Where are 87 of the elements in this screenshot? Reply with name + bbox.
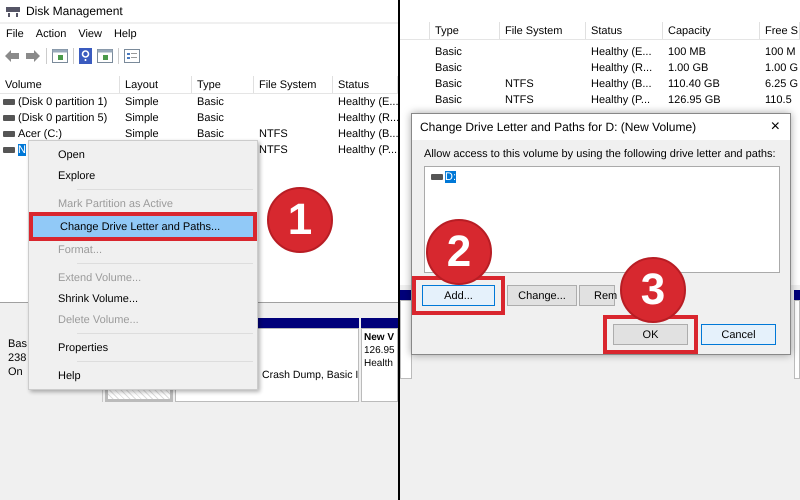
table-cell: 110.5 (765, 94, 792, 106)
table-cell: Healthy (R... (338, 112, 398, 124)
table-cell: Basic (435, 62, 462, 74)
table-cell: Simple (125, 112, 159, 124)
instruction-text: Allow access to this volume by using the following drive letter and paths: (424, 148, 777, 160)
column-header[interactable]: Volume (5, 78, 42, 90)
table-cell: Basic (197, 96, 224, 108)
table-cell[interactable]: (Disk 0 partition 1) (18, 96, 108, 108)
table-cell: 110.40 GB (668, 78, 720, 90)
menu-item[interactable]: Action (36, 28, 66, 40)
partition-info: 126.95 (364, 345, 395, 356)
column-header[interactable]: File System (505, 24, 562, 36)
table-cell: Healthy (P... (338, 144, 398, 156)
context-menu-item[interactable]: Change Drive Letter and Paths... (33, 216, 253, 237)
table-cell: Basic (435, 46, 462, 58)
table-cell: Healthy (P... (591, 94, 650, 106)
drive-icon (3, 99, 15, 105)
table-cell: Simple (125, 128, 159, 140)
list-view-icon[interactable] (124, 49, 140, 63)
table-cell: Healthy (B... (591, 78, 652, 90)
table-cell: Basic (435, 78, 462, 90)
context-menu-item[interactable]: Explore (29, 165, 257, 186)
column-header[interactable]: Free S (765, 24, 798, 36)
column-header[interactable]: Status (338, 78, 370, 90)
menu-item[interactable]: View (78, 28, 102, 40)
dialog-button[interactable]: Change... (507, 285, 577, 306)
context-menu-item[interactable]: Shrink Volume... (29, 288, 257, 309)
column-header[interactable]: File System (259, 78, 316, 90)
table-cell: Basic (197, 128, 224, 140)
partition-block[interactable] (400, 300, 412, 379)
table-cell: Healthy (E... (338, 96, 398, 108)
disk-info: 238 (8, 352, 26, 364)
table-cell: 126.95 GB (668, 94, 721, 106)
drive-icon (3, 131, 15, 137)
table-cell: 1.00 G (765, 62, 798, 74)
table-cell: Healthy (E... (591, 46, 652, 58)
disk-management-icon (6, 5, 20, 17)
console-tree-icon[interactable] (52, 49, 68, 63)
dialog-title: Change Drive Letter and Paths for D: (New Volume) (420, 120, 696, 134)
column-header[interactable]: Capacity (668, 24, 711, 36)
dialog-button[interactable]: OK (613, 324, 688, 345)
dialog-button[interactable]: Cancel (701, 324, 776, 345)
partition-block[interactable] (794, 300, 800, 379)
table-cell: Healthy (R... (591, 62, 652, 74)
partition-block[interactable]: New V 126.95 Health (361, 328, 398, 402)
help-icon[interactable] (79, 48, 92, 64)
drive-icon (3, 147, 15, 153)
table-cell[interactable]: Acer (C:) (18, 128, 62, 140)
table-cell: Basic (435, 94, 462, 106)
context-menu-item[interactable]: Open (29, 144, 257, 165)
window-title: Disk Management (26, 4, 123, 18)
dialog-button[interactable]: Add... (422, 285, 495, 306)
column-header[interactable]: Type (197, 78, 221, 90)
drive-icon (431, 174, 443, 180)
partition-header-bar (361, 318, 398, 328)
menu-item[interactable]: File (6, 28, 24, 40)
table-cell: Simple (125, 96, 159, 108)
table-cell: 100 MB (668, 46, 706, 58)
table-cell[interactable]: N (18, 144, 26, 156)
table-cell: NTFS (505, 94, 534, 106)
table-cell: 1.00 GB (668, 62, 708, 74)
partition-header-bar (400, 290, 412, 300)
table-cell: 100 M (765, 46, 796, 58)
table-cell: NTFS (259, 144, 288, 156)
close-button[interactable]: × (770, 118, 780, 136)
list-item[interactable]: D: (445, 171, 456, 183)
disk-info: Bas (8, 338, 27, 350)
table-cell: 6.25 G (765, 78, 798, 90)
table-cell: NTFS (259, 128, 288, 140)
column-header[interactable]: Status (591, 24, 622, 36)
column-header[interactable]: Layout (125, 78, 158, 90)
dialog-button[interactable]: Rem (579, 285, 615, 306)
menu-item[interactable]: Help (114, 28, 137, 40)
partition-header-bar (794, 290, 800, 300)
action-pane-icon[interactable] (97, 49, 113, 63)
table-cell[interactable]: (Disk 0 partition 5) (18, 112, 108, 124)
partition-info: Health (364, 358, 393, 369)
partition-info: Crash Dump, Basic I (262, 369, 358, 381)
drive-icon (3, 115, 15, 121)
disk-info: On (8, 366, 23, 378)
table-cell: Basic (197, 112, 224, 124)
partition-name: New V (364, 332, 394, 343)
column-header[interactable]: Type (435, 24, 459, 36)
table-cell: NTFS (505, 78, 534, 90)
back-icon[interactable] (4, 49, 20, 63)
table-cell: Healthy (B... (338, 128, 398, 140)
forward-icon[interactable] (25, 49, 41, 63)
